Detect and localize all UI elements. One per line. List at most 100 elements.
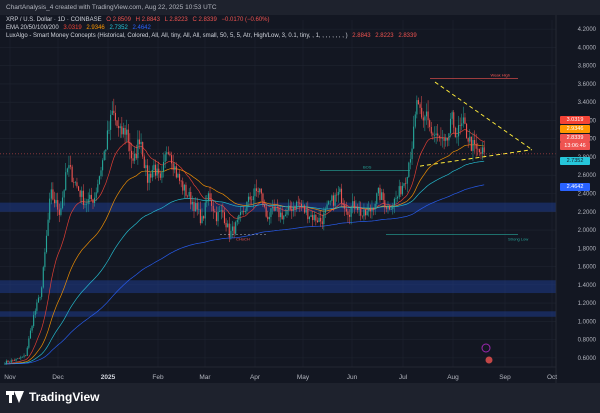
choch-label: CHoCH [236,237,250,242]
candle-body [355,207,357,209]
candle-body [151,169,153,178]
candle-body [143,156,145,169]
candle-body [17,358,19,359]
candle-body [376,193,378,204]
candle-body [373,207,375,210]
candle-body [68,165,70,169]
candle-body [69,165,72,167]
candle-body [414,114,416,127]
x-tick-label: Aug [447,374,459,381]
candle-body [134,153,136,161]
candle-body [61,197,64,209]
candle-body [400,186,402,195]
candle-body [236,219,238,223]
high-value: H 2.8843 [135,17,160,23]
candle-body [395,198,397,199]
candle-body [435,133,437,136]
ema100-line [4,160,485,365]
candle-body [161,172,163,178]
candle-body [222,210,224,213]
price-chart[interactable]: Weak High Strong Low BOS CHoCH 4.2000 4.0000… [0,15,600,383]
candle-body [66,168,68,173]
candle-body [203,216,205,219]
candle-body [179,174,181,181]
candle-body [297,201,299,203]
tradingview-logo[interactable]: TradingView [6,390,99,404]
candle-body [326,204,328,209]
candle-body [119,126,121,129]
candle-body [199,209,201,224]
candle-body [158,168,160,174]
candle-body [50,189,52,199]
candle-body [451,112,453,119]
candle-body [154,164,157,176]
candle-body [177,174,179,178]
y-tick-label: 1.6000 [578,265,597,271]
candle-body [427,111,429,121]
candle-body [441,138,444,139]
candle-body [204,202,206,219]
candle-body [114,112,116,121]
candle-body [219,211,221,212]
candle-body [89,194,91,200]
candle-body [366,211,368,216]
candle-body [429,120,431,128]
candle-body [289,205,291,210]
candle-body [95,192,97,198]
candle-body [257,191,259,193]
y-tick-label: 4.2000 [578,27,597,33]
candle-body [241,211,243,213]
candle-body [77,186,80,191]
candle-body [387,205,389,209]
candle-body [445,137,447,141]
ema200-value: 2.4642 [132,25,151,31]
candle-body [121,126,123,135]
candle-body [334,194,336,206]
candle-body [284,214,286,216]
candle-body [482,147,484,154]
candle-body [252,196,254,201]
candle-body [255,188,258,192]
candle-body [41,287,43,297]
candle-body [127,129,129,143]
x-tick-label: Mar [199,374,211,381]
candle-body [132,158,134,161]
candle-body [10,360,12,363]
candle-body [71,166,73,183]
y-tick-label: 3.4000 [578,100,597,106]
candle-body [350,207,352,217]
ema20-value: 3.0319 [63,25,82,31]
candle-body [215,212,218,222]
candle-body [280,212,282,218]
x-tick-label: Dec [52,374,64,381]
candle-body [185,184,187,196]
candle-body [454,127,456,138]
candle-body [401,185,403,195]
candle-body [393,198,395,206]
candle-body [212,205,214,212]
candle-body [440,137,442,139]
candle-body [239,212,242,215]
candle-body [419,104,421,108]
candle-body [389,205,391,210]
candle-body [5,360,7,364]
candle-body [57,200,59,210]
candle-body [296,201,298,210]
candle-body [316,220,319,223]
candle-body [145,165,147,169]
candle-body [110,114,112,130]
candle-body [63,190,65,198]
candle-body [60,208,62,215]
demand-zone [0,311,556,317]
candle-body [356,207,359,210]
candle-body [475,144,477,149]
ema100-price-tag: 2.7352 [560,157,590,165]
candle-body [20,357,22,359]
candle-body [246,201,248,211]
candle-body [113,110,115,113]
candle-body [312,215,314,221]
candle-body [337,191,339,196]
candle-body [307,209,309,220]
x-tick-label: 2025 [101,374,116,381]
candle-body [90,194,92,200]
